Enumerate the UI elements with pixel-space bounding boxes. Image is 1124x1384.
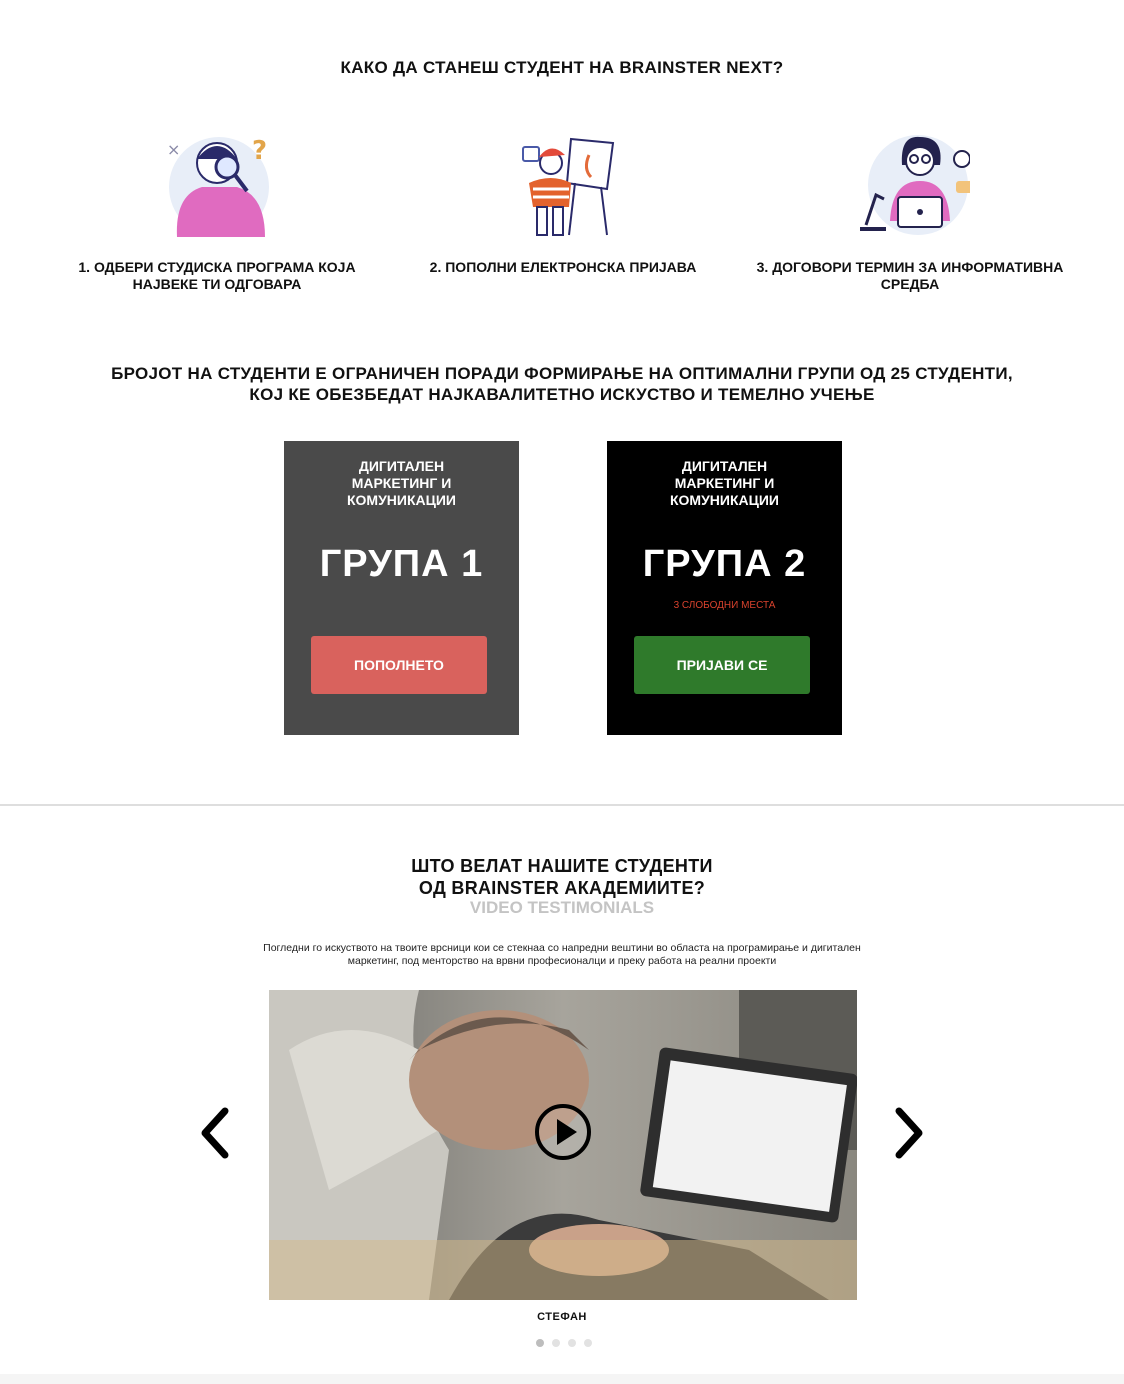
testimonials-description: Погледни го искуството на твоите врсници…	[263, 942, 861, 967]
testimonials-subtitle: VIDEO TESTIMONIALS	[469, 898, 655, 917]
person-laptop-illustration	[850, 125, 974, 245]
how-to-title: КАКО ДА СТАНЕШ СТУДЕНТ НА BRAINSTER NEXT…	[340, 58, 784, 77]
video-thumbnail[interactable]	[269, 990, 857, 1300]
svg-text:?: ?	[252, 136, 267, 166]
testimonials-title: ШТО ВЕЛАТ НАШИТЕ СТУДЕНТИ ОД BRAINSTER А…	[0, 855, 1124, 899]
group-program: ДИГИТАЛЕН МАРКЕТИНГ И КОМУНИКАЦИИ	[347, 458, 456, 508]
chevron-right-icon[interactable]	[891, 1105, 927, 1161]
step-3-label: 3. ДОГОВОРИ ТЕРМИН ЗА ИНФОРМАТИВНА СРЕДБ…	[756, 259, 1064, 292]
footer-band	[0, 1374, 1124, 1384]
play-icon[interactable]	[534, 1103, 592, 1161]
testimonials-title-line1: ШТО ВЕЛАТ НАШИТЕ СТУДЕНТИ	[411, 856, 713, 876]
apply-button[interactable]: ПРИЈАВИ СЕ	[634, 636, 810, 694]
person-magnifier-illustration: ? ×	[157, 125, 277, 245]
student-name: СТЕФАН	[537, 1311, 587, 1323]
carousel-dot[interactable]	[536, 1339, 544, 1347]
group-card-1: ДИГИТАЛЕН МАРКЕТИНГ И КОМУНИКАЦИИ ГРУПА …	[284, 441, 519, 735]
step-1: ? × 1. ОДБЕРИ СТУДИСКА ПРОГРАМА КОЈА НАЈ…	[57, 125, 377, 293]
step-2: 2. ПОПОЛНИ ЕЛЕКТРОНСКА ПРИЈАВА	[403, 125, 723, 276]
group-program: ДИГИТАЛЕН МАРКЕТИНГ И КОМУНИКАЦИИ	[670, 458, 779, 508]
carousel-dots	[536, 1339, 592, 1347]
group-seats: 3 СЛОБОДНИ МЕСТА	[673, 600, 776, 611]
testimonials-title-line2: ОД BRAINSTER АКАДЕМИИТЕ?	[418, 878, 706, 898]
painter-easel-illustration	[503, 125, 623, 245]
carousel-dot[interactable]	[568, 1339, 576, 1347]
carousel-dot[interactable]	[552, 1339, 560, 1347]
svg-text:×: ×	[167, 140, 180, 159]
carousel-dot[interactable]	[584, 1339, 592, 1347]
step-3: 3. ДОГОВОРИ ТЕРМИН ЗА ИНФОРМАТИВНА СРЕДБ…	[750, 125, 1070, 293]
group-card-2: ДИГИТАЛЕН МАРКЕТИНГ И КОМУНИКАЦИИ ГРУПА …	[607, 441, 842, 735]
section-divider	[0, 804, 1124, 806]
group-name: ГРУПА 2	[642, 543, 807, 585]
chevron-left-icon[interactable]	[197, 1105, 233, 1161]
step-1-label: 1. ОДБЕРИ СТУДИСКА ПРОГРАМА КОЈА НАЈВЕКЕ…	[78, 259, 356, 292]
group-name: ГРУПА 1	[319, 543, 484, 585]
limited-seats-text: БРОЈОТ НА СТУДЕНТИ Е ОГРАНИЧЕН ПОРАДИ ФО…	[111, 364, 1013, 404]
step-2-label: 2. ПОПОЛНИ ЕЛЕКТРОНСКА ПРИЈАВА	[429, 259, 697, 275]
filled-button[interactable]: ПОПОЛНЕТО	[311, 636, 487, 694]
